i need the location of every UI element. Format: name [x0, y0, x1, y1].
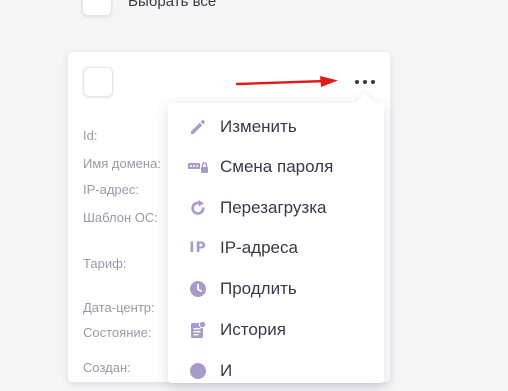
- field-label-os-template: Шаблон ОС:: [83, 210, 158, 225]
- menu-item-label: История: [220, 320, 286, 339]
- select-all-checkbox[interactable]: [82, 0, 112, 16]
- dot-icon: [363, 80, 367, 84]
- clock-icon: [188, 279, 208, 299]
- ip-icon: IP: [189, 240, 207, 256]
- server-select-checkbox[interactable]: [83, 67, 113, 97]
- menu-item-reboot[interactable]: Перезагрузка: [168, 188, 384, 228]
- menu-item-renew[interactable]: Продлить: [168, 269, 384, 309]
- menu-item-label: IP-адреса: [220, 238, 298, 257]
- select-all-label: Выбрать все: [128, 0, 217, 10]
- field-label-ip: IP-адрес:: [83, 182, 139, 197]
- menu-item-history[interactable]: История: [168, 310, 384, 350]
- menu-item-label: И: [220, 361, 233, 380]
- more-actions-button[interactable]: [348, 70, 382, 94]
- menu-item-info[interactable]: И: [168, 351, 384, 391]
- menu-item-label: Смена пароля: [220, 157, 334, 176]
- field-label-tariff: Тариф:: [83, 256, 127, 271]
- refresh-icon: [188, 198, 208, 218]
- history-document-icon: [188, 320, 208, 340]
- menu-item-edit[interactable]: Изменить: [168, 107, 384, 147]
- pencil-icon: [188, 117, 208, 137]
- dot-icon: [371, 80, 375, 84]
- info-icon: [188, 361, 208, 381]
- menu-item-label: Продлить: [220, 279, 297, 298]
- menu-item-label: Изменить: [220, 117, 297, 136]
- field-label-id: Id:: [83, 128, 98, 143]
- menu-item-label: Перезагрузка: [220, 198, 327, 217]
- actions-dropdown-menu: Изменить Смена пароля Перезагрузка IP IP…: [168, 93, 384, 383]
- field-label-datacenter: Дата-центр:: [83, 300, 155, 315]
- annotation-arrow-icon: [236, 76, 338, 87]
- dot-icon: [355, 80, 359, 84]
- field-label-domain: Имя домена:: [83, 156, 161, 171]
- menu-item-change-password[interactable]: Смена пароля: [168, 147, 384, 187]
- menu-item-ip-addresses[interactable]: IP IP-адреса: [168, 228, 384, 268]
- password-key-icon: [188, 157, 208, 177]
- select-all-row[interactable]: Выбрать все: [82, 0, 216, 16]
- field-label-state: Состояние:: [83, 325, 152, 340]
